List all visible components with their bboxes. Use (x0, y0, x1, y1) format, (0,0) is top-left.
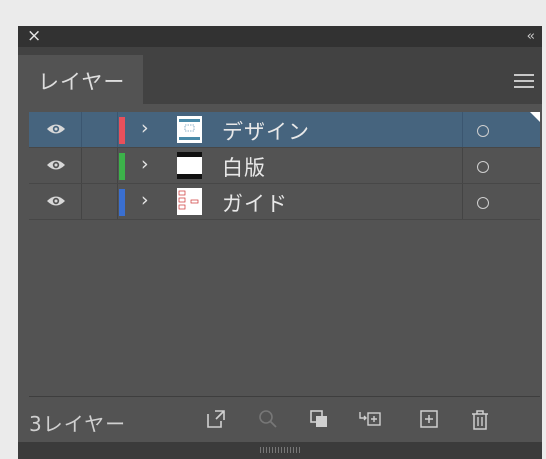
panel-tabbar: レイヤー (18, 47, 542, 104)
resize-grip-icon[interactable] (260, 447, 300, 453)
layers-panel: × ‹‹ レイヤー › デザイン › 白版 › ガイド 3レイヤー (18, 26, 542, 459)
visibility-eye-icon[interactable] (46, 122, 66, 136)
new-layer-icon[interactable] (419, 409, 439, 429)
layer-name[interactable]: ガイド (222, 188, 288, 218)
visibility-eye-icon[interactable] (46, 158, 66, 172)
layer-color-bar (119, 117, 125, 144)
trash-icon[interactable] (470, 409, 490, 431)
tab-label: レイヤー (38, 70, 126, 94)
layer-thumbnail (177, 152, 202, 179)
search-icon[interactable] (258, 409, 278, 429)
clipping-mask-icon[interactable] (309, 409, 329, 429)
panel-titlebar: × ‹‹ (18, 26, 542, 47)
layer-color-bar (119, 189, 125, 216)
expand-chevron-icon[interactable]: › (141, 153, 149, 175)
layer-count-label: 3レイヤー (29, 412, 127, 436)
sublayer-icon[interactable] (358, 409, 382, 429)
layer-thumbnail (177, 116, 202, 143)
export-icon[interactable] (206, 409, 226, 429)
resize-strip[interactable] (18, 442, 542, 459)
panel-menu-icon[interactable] (514, 74, 534, 90)
panel-footer: 3レイヤー (18, 397, 542, 442)
layer-thumbnail (177, 188, 202, 215)
layer-target-icon[interactable] (477, 161, 489, 173)
layer-color-bar (119, 153, 125, 180)
layer-row[interactable]: › 白版 (29, 148, 540, 184)
layer-list: › デザイン › 白版 › ガイド (29, 112, 540, 396)
layer-name[interactable]: デザイン (222, 116, 310, 146)
collapse-panel-icon[interactable]: ‹‹ (527, 26, 536, 47)
selection-corner-icon (530, 112, 540, 122)
expand-chevron-icon[interactable]: › (141, 189, 149, 211)
tab-layers[interactable]: レイヤー (18, 55, 143, 104)
expand-chevron-icon[interactable]: › (141, 117, 149, 139)
visibility-eye-icon[interactable] (46, 194, 66, 208)
layer-target-icon[interactable] (477, 125, 489, 137)
layer-name[interactable]: 白版 (222, 152, 266, 182)
close-icon[interactable]: × (27, 26, 41, 47)
layer-row[interactable]: › デザイン (29, 112, 540, 148)
layer-row[interactable]: › ガイド (29, 184, 540, 220)
layer-target-icon[interactable] (477, 197, 489, 209)
